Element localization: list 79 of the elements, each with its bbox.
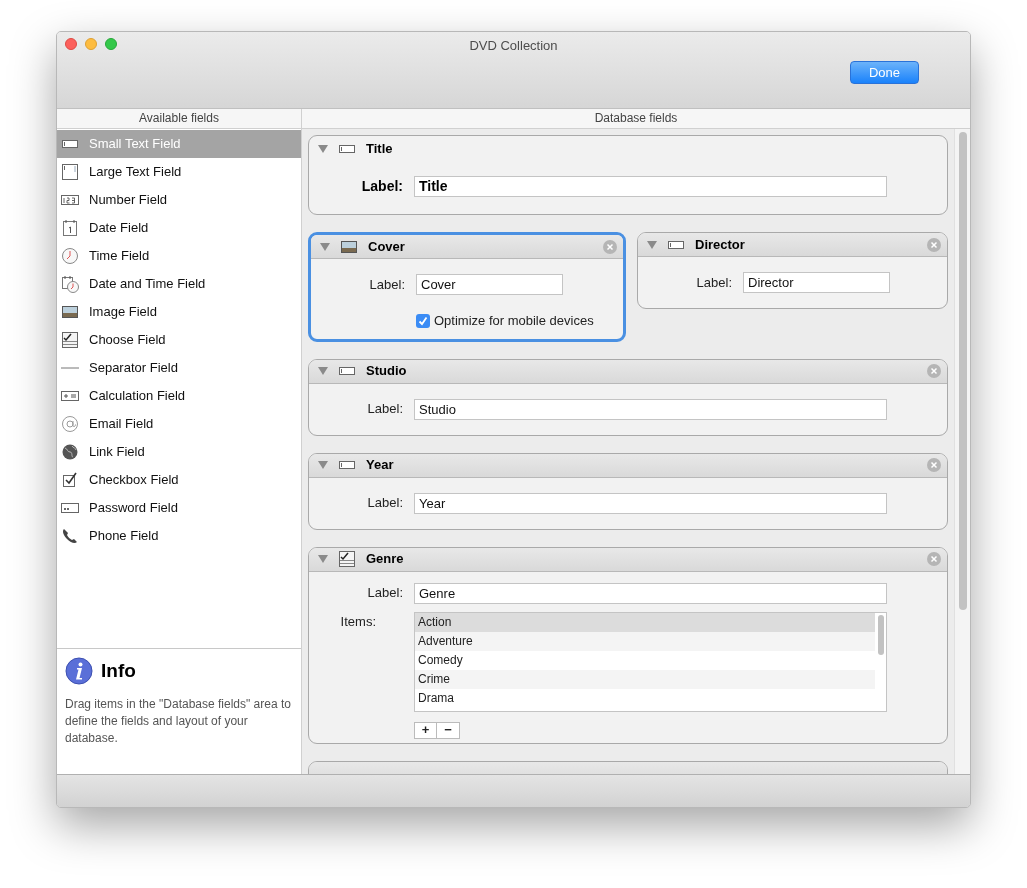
disclosure-triangle-icon[interactable]: [647, 240, 657, 249]
remove-icon[interactable]: [927, 458, 941, 472]
label-input[interactable]: Genre: [414, 582, 887, 604]
card-title: Cover: [368, 237, 406, 256]
card-title: Title: [366, 140, 394, 159]
info-title: Info: [101, 659, 136, 683]
label-input[interactable]: Year: [414, 492, 887, 514]
scrollbar[interactable]: [954, 129, 970, 774]
disclosure-triangle-icon[interactable]: [320, 242, 330, 251]
card-title: Director: [695, 235, 746, 254]
field-card[interactable]: Cover Label: Cover Optimize for mobile devices: [308, 232, 626, 342]
field-type-item[interactable]: Large Text Field: [57, 158, 301, 186]
field-card[interactable]: Genre Label: Genre Items: Action Adventure Comedy Crime Drama + −: [308, 546, 948, 744]
zoom-window-icon[interactable]: [105, 38, 117, 50]
field-type-item[interactable]: Choose Field: [57, 326, 301, 354]
calendar-clock-icon: [61, 275, 79, 293]
label-input[interactable]: Director: [743, 272, 890, 293]
scroll-thumb[interactable]: [877, 614, 884, 655]
label-input[interactable]: Title: [414, 176, 887, 197]
field-type-item[interactable]: Phone Field: [57, 522, 301, 550]
field-type-item[interactable]: Calculation Field: [57, 382, 301, 410]
mobile-checkbox[interactable]: Optimize for mobile devices: [416, 311, 623, 331]
picture-icon: [61, 303, 79, 321]
field-type-item[interactable]: Password Field: [57, 494, 301, 522]
window-title: DVD Collection: [469, 37, 558, 55]
checkbox-icon: [61, 471, 79, 489]
remove-icon[interactable]: [603, 239, 617, 254]
checklist-icon: [61, 331, 79, 349]
items-label: Items:: [339, 612, 377, 631]
minimize-window-icon[interactable]: [85, 38, 97, 50]
at-sign-icon: [61, 415, 79, 433]
field-card[interactable]: Year Label: Year: [308, 452, 948, 530]
disclosure-triangle-icon[interactable]: [318, 555, 328, 563]
remove-icon[interactable]: [927, 552, 941, 566]
checklist-icon: [338, 550, 356, 568]
field-type-item[interactable]: Number Field: [57, 186, 301, 214]
checkbox-icon[interactable]: [416, 313, 430, 328]
scroll-thumb[interactable]: [958, 132, 967, 610]
field-label: Label:: [366, 400, 403, 419]
field-label: Label:: [366, 584, 403, 603]
disclosure-triangle-icon[interactable]: [318, 145, 328, 153]
calendar-icon: [61, 219, 79, 237]
globe-icon: [61, 443, 79, 461]
field-label: Label:: [368, 275, 405, 294]
label-input[interactable]: Studio: [414, 398, 887, 420]
field-type-item[interactable]: Date and Time Field: [57, 270, 301, 298]
column-header: Database fields: [594, 110, 678, 127]
horizontal-line-icon: [61, 367, 79, 369]
field-type-item[interactable]: Checkbox Field: [57, 466, 301, 494]
clock-icon: [61, 247, 79, 265]
disclosure-triangle-icon[interactable]: [318, 367, 328, 375]
card-title: Genre: [366, 550, 405, 569]
large-text-field-icon: [61, 163, 79, 181]
field-type-item[interactable]: Date Field: [57, 214, 301, 242]
field-label: Label:: [695, 273, 732, 292]
remove-icon[interactable]: [927, 364, 941, 378]
list-item[interactable]: Action: [415, 612, 875, 632]
info-icon: [65, 657, 93, 686]
info-text: Drag items in the "Database fields" area to define the fields and layout of your database.: [65, 695, 292, 747]
remove-icon[interactable]: [927, 237, 941, 252]
remove-item-button[interactable]: −: [437, 721, 460, 739]
field-card[interactable]: Title Label: Title: [308, 135, 948, 215]
field-type-item[interactable]: Email Field: [57, 410, 301, 438]
add-item-button[interactable]: +: [414, 721, 437, 739]
field-label: Label:: [360, 177, 403, 196]
field-type-item[interactable]: Separator Field: [57, 354, 301, 382]
disclosure-triangle-icon[interactable]: [318, 461, 328, 469]
field-label: Label:: [366, 494, 403, 513]
field-type-item[interactable]: Link Field: [57, 438, 301, 466]
card-title: Year: [366, 456, 395, 475]
phone-icon: [61, 527, 79, 545]
field-card[interactable]: Director Label: Director: [637, 232, 948, 309]
field-type-item[interactable]: Image Field: [57, 298, 301, 326]
field-type-item[interactable]: Time Field: [57, 242, 301, 270]
field-card[interactable]: Studio Label: Studio: [308, 358, 948, 436]
close-window-icon[interactable]: [65, 38, 77, 50]
card-title: Studio: [366, 362, 408, 381]
column-header: Available fields: [139, 110, 219, 127]
label-input[interactable]: Cover: [416, 274, 563, 295]
